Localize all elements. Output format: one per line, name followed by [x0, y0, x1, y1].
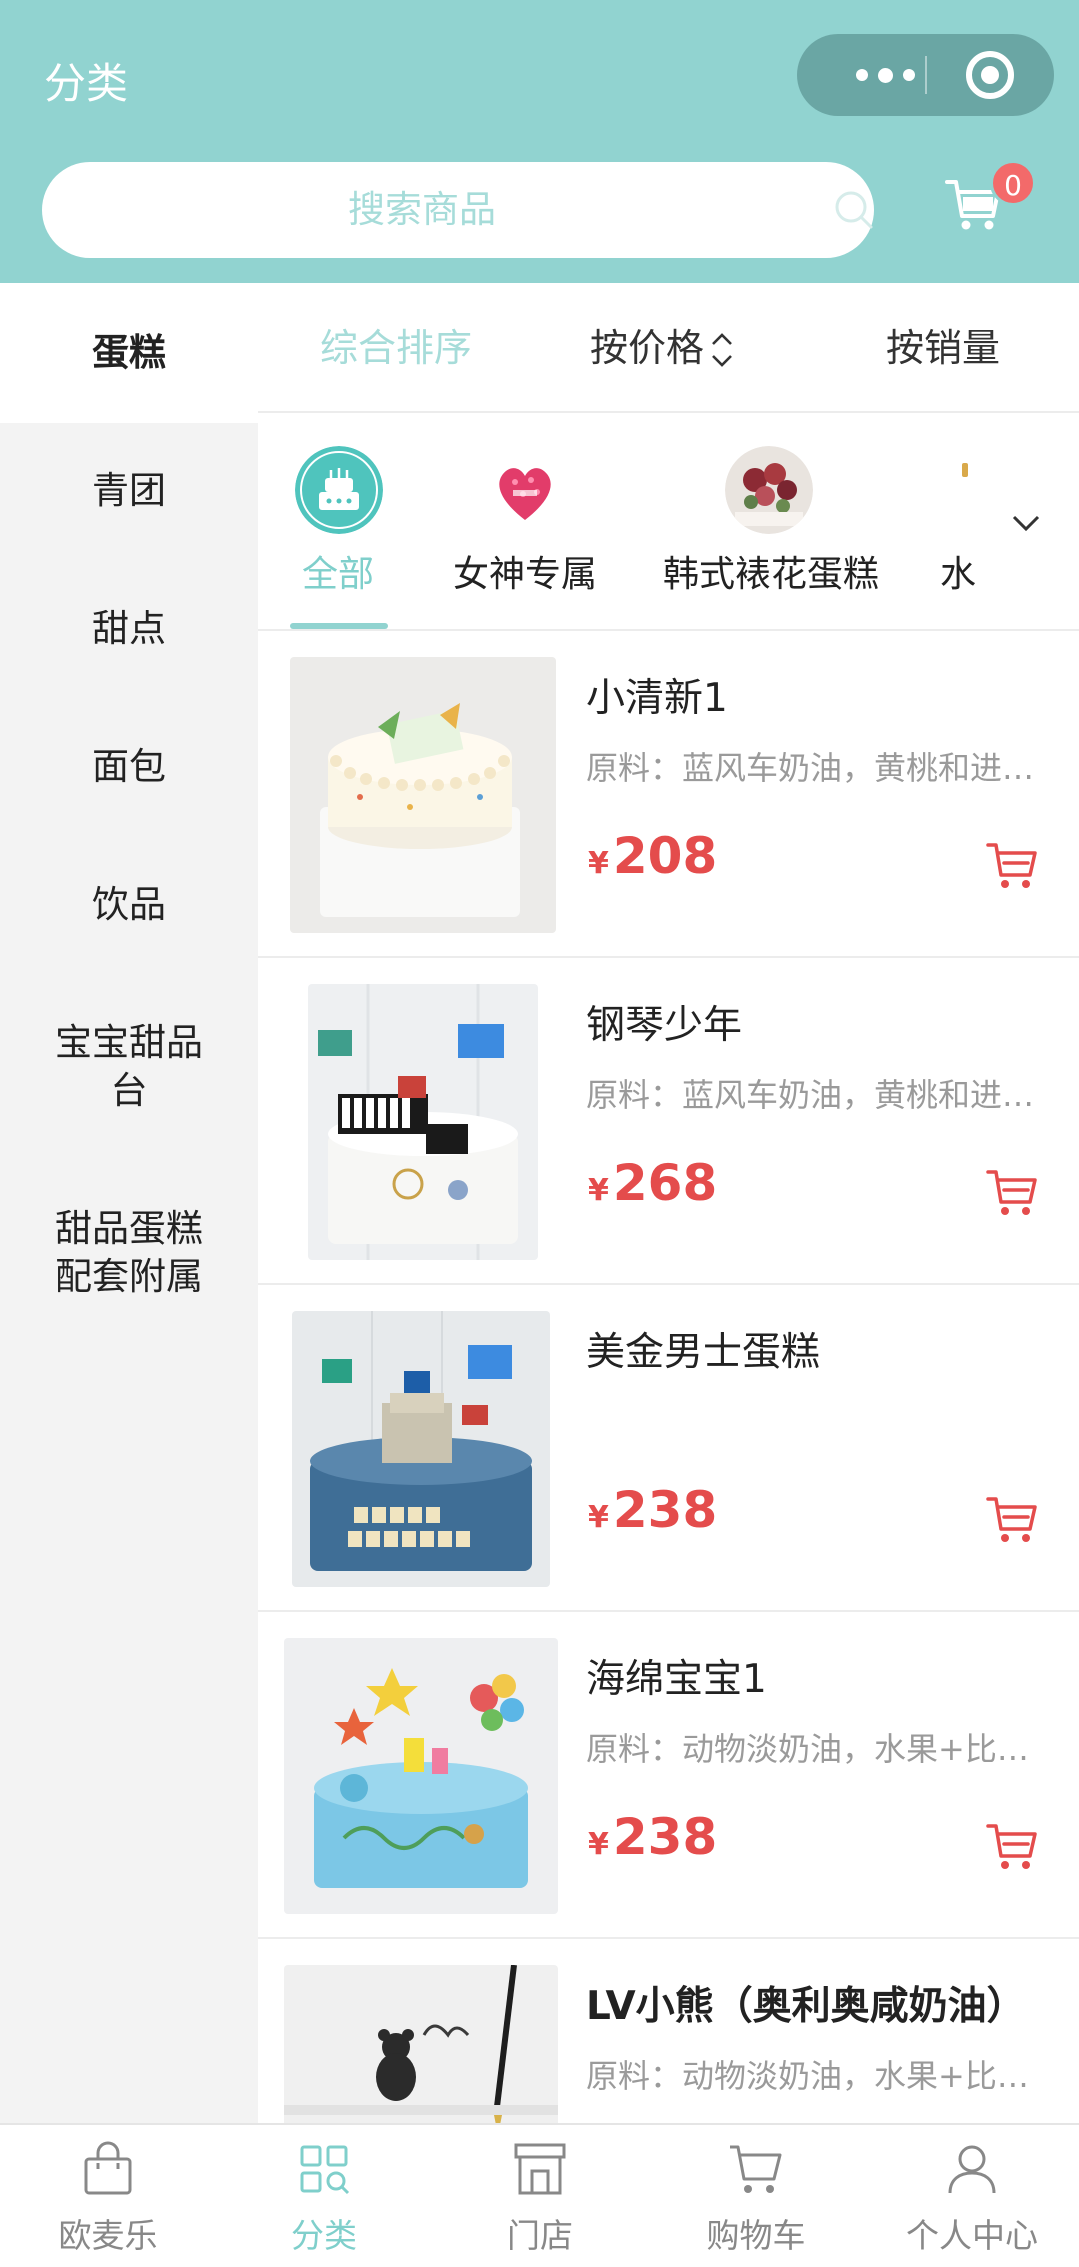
sort-by-price[interactable]: 按价格 — [590, 283, 704, 413]
currency-symbol: ¥ — [588, 1173, 609, 1208]
sort-bar: 综合排序 按价格 按销量 — [258, 283, 1079, 413]
sidebar-item-qingtuan[interactable]: 青团 — [0, 467, 258, 515]
tab-label: 门店 — [507, 2216, 573, 2255]
sort-by-sales[interactable]: 按销量 — [886, 283, 1000, 413]
flower-cake-image — [725, 446, 813, 534]
chevron-down-icon[interactable] — [1008, 505, 1044, 541]
product-price: ¥208 — [588, 827, 717, 885]
add-to-cart-icon[interactable] — [984, 1491, 1040, 1547]
tab-cart[interactable]: 购物车 — [648, 2125, 864, 2267]
product-description: 原料：动物淡奶油，水果+比… — [586, 2057, 1029, 2095]
product-card[interactable]: 美金男士蛋糕 ¥238 — [258, 1285, 1079, 1612]
product-card[interactable]: 小清新1 原料：蓝风车奶油，黄桃和进… ¥208 — [258, 631, 1079, 958]
add-to-cart-icon[interactable] — [984, 1164, 1040, 1220]
sidebar-item-label: 青团 — [92, 469, 166, 512]
sidebar-item-label: 甜点 — [92, 607, 166, 650]
product-name: 小清新1 — [586, 676, 728, 721]
active-underline — [290, 623, 388, 629]
page-title: 分类 — [44, 59, 129, 108]
sidebar-item-drinks[interactable]: 饮品 — [0, 881, 258, 929]
heart-cake-image — [481, 446, 569, 534]
miniprogram-capsule — [797, 34, 1054, 116]
price-value: 238 — [612, 1481, 718, 1539]
header: 分类 搜索商品 0 — [0, 0, 1079, 283]
product-description: 原料：蓝风车奶油，黄桃和进… — [586, 1076, 1035, 1114]
grid-icon — [300, 2145, 350, 2195]
capsule-divider — [925, 56, 927, 94]
product-name: 海绵宝宝1 — [586, 1657, 767, 1702]
tab-label: 分类 — [291, 2216, 357, 2255]
product-card[interactable]: 钢琴少年 原料：蓝风车奶油，黄桃和进… ¥268 — [258, 958, 1079, 1285]
subcategory-label: 女神专属 — [453, 554, 598, 595]
sort-comprehensive[interactable]: 综合排序 — [320, 283, 472, 413]
subcategory-goddess[interactable]: 女神专属 — [440, 413, 610, 629]
cart-icon — [730, 2145, 782, 2193]
tab-category[interactable]: 分类 — [216, 2125, 432, 2267]
sidebar-item-bread[interactable]: 面包 — [0, 743, 258, 791]
search-input[interactable]: 搜索商品 — [42, 162, 874, 258]
sort-arrows-icon — [712, 333, 732, 367]
sidebar-item-label: 宝宝甜品台 — [55, 1021, 203, 1112]
price-value: 238 — [612, 1808, 718, 1866]
cart-count-badge: 0 — [990, 160, 1036, 206]
price-value: 208 — [612, 827, 718, 885]
tab-home[interactable]: 欧麦乐 — [0, 2125, 216, 2267]
sidebar-item-label: 甜品蛋糕配套附属 — [55, 1207, 203, 1298]
product-name: 美金男士蛋糕 — [586, 1330, 821, 1375]
sidebar-item-dessert[interactable]: 甜点 — [0, 605, 258, 653]
close-target-icon[interactable] — [966, 51, 1014, 99]
product-price: ¥238 — [588, 1808, 717, 1866]
product-description: 原料：动物淡奶油，水果+比… — [586, 1730, 1029, 1768]
currency-symbol: ¥ — [588, 846, 609, 881]
cake-category-icon — [295, 446, 383, 534]
product-description: 原料：蓝风车奶油，黄桃和进… — [586, 749, 1035, 787]
subcategory-fruit[interactable]: 水 — [940, 413, 1000, 629]
tab-store[interactable]: 门店 — [432, 2125, 648, 2267]
add-to-cart-icon[interactable] — [984, 1818, 1040, 1874]
store-icon — [514, 2143, 566, 2195]
product-name: 钢琴少年 — [586, 1003, 743, 1048]
product-image[interactable] — [292, 1311, 550, 1587]
subcategory-row: 全部 女神专属 韩式裱花蛋糕 水 — [258, 413, 1079, 631]
tab-label: 欧麦乐 — [58, 2216, 158, 2255]
sidebar-item-label: 面包 — [92, 745, 166, 788]
category-sidebar: 蛋糕 青团 甜点 面包 饮品 宝宝甜品台 甜品蛋糕配套附属 — [0, 283, 258, 2123]
fruit-thumb-partial — [962, 463, 968, 477]
subcategory-label: 水 — [940, 554, 977, 595]
subcategory-label: 全部 — [302, 554, 375, 595]
add-to-cart-icon[interactable] — [984, 837, 1040, 893]
tab-label: 购物车 — [706, 2216, 806, 2255]
subcategory-label: 韩式裱花蛋糕 — [663, 554, 880, 595]
sidebar-item-cake[interactable]: 蛋糕 — [0, 283, 258, 423]
product-image[interactable] — [284, 1965, 558, 2123]
product-name: LV小熊（奥利奥咸奶油） — [586, 1984, 1026, 2029]
more-icon[interactable] — [835, 34, 935, 116]
product-image[interactable] — [284, 1638, 558, 1914]
currency-symbol: ¥ — [588, 1500, 609, 1535]
search-placeholder: 搜索商品 — [348, 188, 496, 231]
person-icon — [948, 2145, 996, 2194]
tab-label: 个人中心 — [906, 2216, 1038, 2255]
product-image[interactable] — [308, 984, 538, 1260]
bottom-tabbar: 欧麦乐 分类 门店 购物车 个人中心 — [0, 2123, 1079, 2267]
product-price: ¥238 — [588, 1481, 717, 1539]
bag-icon — [84, 2141, 132, 2195]
subcategory-korean-piped[interactable]: 韩式裱花蛋糕 — [660, 413, 890, 629]
product-card[interactable]: LV小熊（奥利奥咸奶油） 原料：动物淡奶油，水果+比… — [258, 1939, 1079, 2123]
search-icon[interactable] — [832, 188, 876, 232]
sidebar-item-label: 饮品 — [92, 883, 166, 926]
tab-profile[interactable]: 个人中心 — [864, 2125, 1079, 2267]
sidebar-item-label: 蛋糕 — [92, 331, 166, 374]
sidebar-item-baby-dessert-table[interactable]: 宝宝甜品台 — [0, 1019, 258, 1115]
product-price: ¥268 — [588, 1154, 717, 1212]
product-image[interactable] — [290, 657, 556, 933]
price-value: 268 — [612, 1154, 718, 1212]
sidebar-item-accessories[interactable]: 甜品蛋糕配套附属 — [0, 1205, 258, 1301]
product-card[interactable]: 海绵宝宝1 原料：动物淡奶油，水果+比… ¥238 — [258, 1612, 1079, 1939]
currency-symbol: ¥ — [588, 1827, 609, 1862]
subcategory-all[interactable]: 全部 — [258, 413, 420, 629]
